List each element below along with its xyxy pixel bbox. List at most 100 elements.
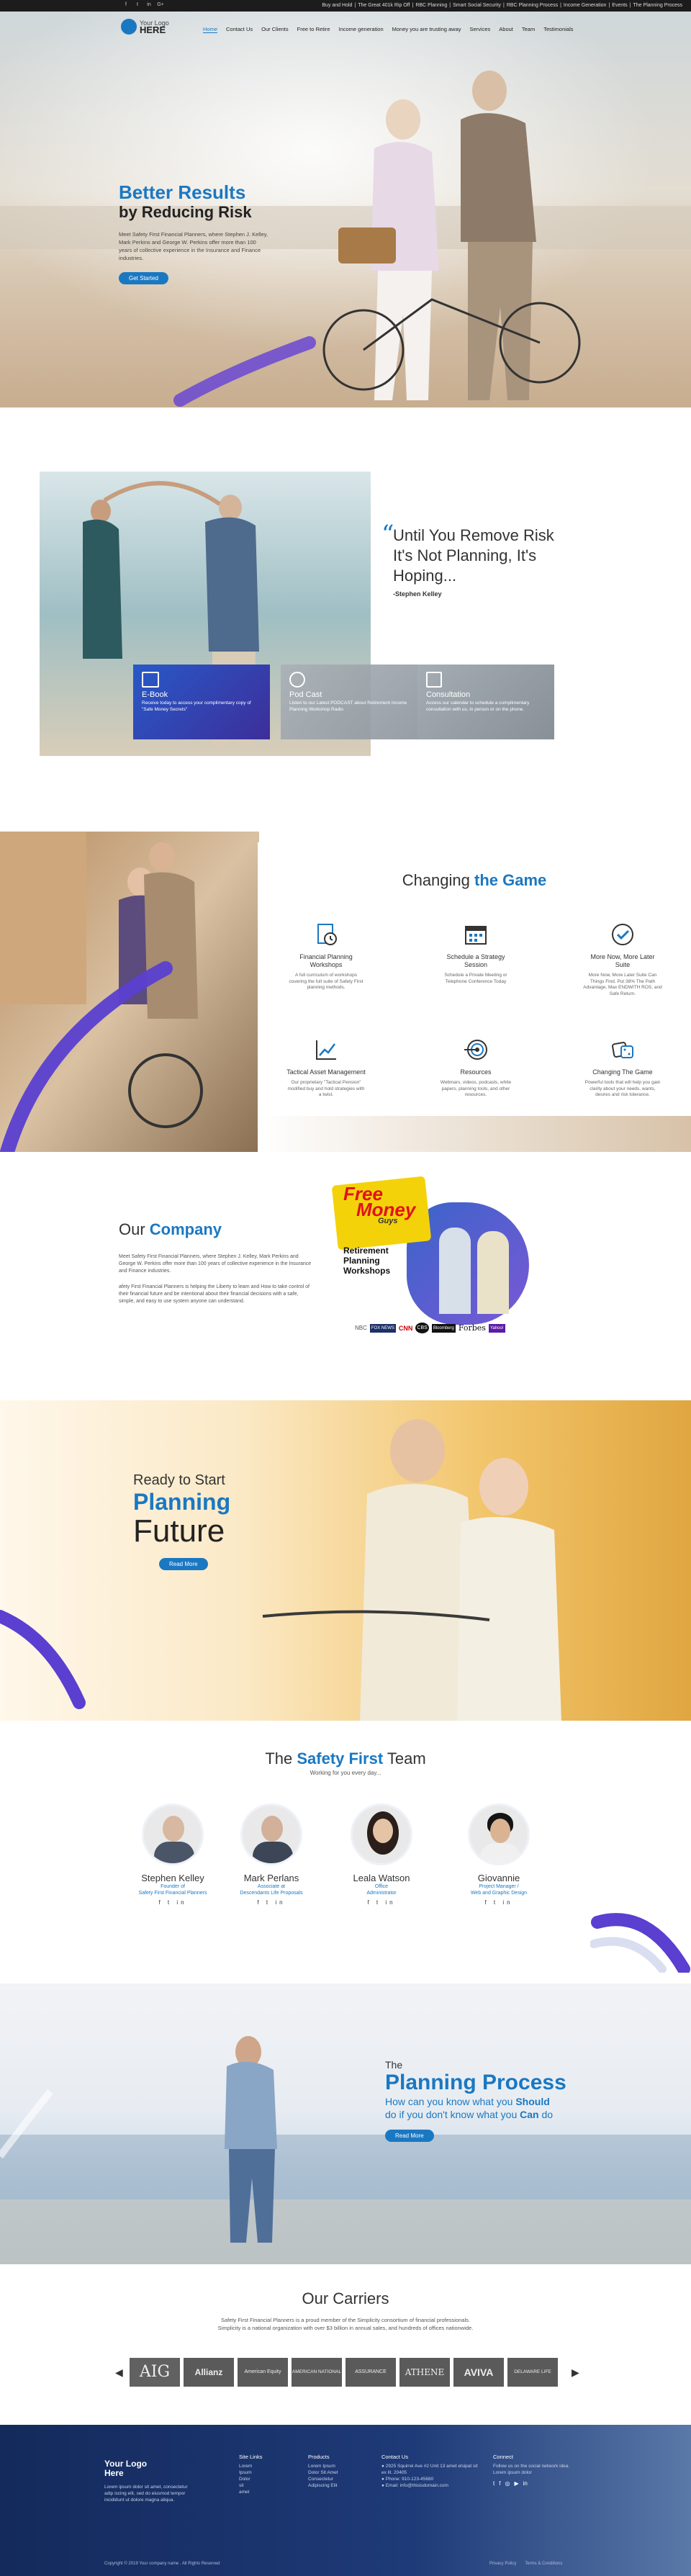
nav-about[interactable]: About: [499, 26, 513, 33]
planning-section: The Planning Process How can you know wh…: [0, 1983, 691, 2264]
site-logo[interactable]: Your Logo HERE: [121, 19, 169, 35]
top-link[interactable]: The Planning Process: [633, 3, 682, 8]
top-link[interactable]: RBC Planning: [415, 3, 447, 8]
member-social-icons[interactable]: f t in: [328, 1899, 435, 1906]
get-started-button[interactable]: Get Started: [119, 272, 168, 284]
nav-clients[interactable]: Our Clients: [261, 26, 289, 33]
top-link[interactable]: RBC Planning Process: [507, 3, 558, 8]
media-logo: Yahoo!: [488, 1323, 505, 1333]
footer-about: Lorem ipsum dolor sit amet, consectetur …: [104, 2485, 188, 2503]
footer-product[interactable]: Dolor Sit Amet: [308, 2469, 373, 2476]
bike-couple-photo: [0, 832, 259, 1152]
nav-free-to-retire[interactable]: Free to Retire: [297, 26, 330, 33]
footer-email: ● Email: info@thisisdomain.com: [381, 2482, 482, 2489]
feature-title: Tactical Asset Management: [286, 1068, 366, 1076]
instagram-icon[interactable]: ◎: [505, 2480, 510, 2487]
nav-contact[interactable]: Contact Us: [226, 26, 253, 33]
nav-money[interactable]: Money you are trusting away: [392, 26, 461, 33]
carriers-section: Our Carriers Safety First Financial Plan…: [0, 2275, 691, 2419]
consultation-card[interactable]: Consultation Access our calendar to sche…: [417, 665, 554, 739]
member-social-icons[interactable]: f t in: [217, 1899, 325, 1906]
planning-the: The: [385, 2059, 403, 2071]
ebook-card[interactable]: E-Book Receive today to access your comp…: [133, 665, 270, 739]
carousel-prev-icon[interactable]: ◀: [115, 2366, 123, 2379]
linkedin-icon[interactable]: in: [145, 2, 153, 9]
footer-product[interactable]: Adipiscing Elit: [308, 2482, 373, 2489]
facebook-icon[interactable]: f: [499, 2480, 500, 2487]
team-member[interactable]: Leala Watson Office Administrator f t in: [328, 1803, 435, 1906]
top-link[interactable]: Income Generation: [564, 3, 607, 8]
top-link[interactable]: Buy and Hold: [322, 3, 352, 8]
podcast-card[interactable]: Pod Cast Listen to our Latest PODCAST ab…: [281, 665, 417, 739]
footer-product[interactable]: Lorem Ipsum: [308, 2463, 373, 2469]
nav-services[interactable]: Services: [470, 26, 491, 33]
privacy-policy-link[interactable]: Privacy Policy: [489, 2562, 516, 2566]
clock-document-icon: [317, 924, 337, 945]
twitter-icon[interactable]: t: [134, 2, 141, 9]
carousel-next-icon[interactable]: ▶: [572, 2366, 579, 2379]
top-link[interactable]: Smart Social Security: [453, 3, 501, 8]
facebook-icon[interactable]: f: [122, 2, 130, 9]
planning-q2-c: do: [538, 2109, 554, 2120]
youtube-icon[interactable]: ▶: [514, 2480, 518, 2487]
top-bar: f t in G+ Buy and Hold | The Great 401k R…: [0, 0, 691, 12]
ready-line1: Ready to Start: [133, 1472, 225, 1488]
free-money-guys-promo[interactable]: Free Money Guys Retirement Planning Worksh…: [331, 1176, 529, 1343]
features-panel: Changing the Game Financial Planning Wor…: [258, 842, 691, 1145]
hero-subtitle: by Reducing Risk: [119, 203, 252, 221]
feature-title: More Now, More Later Suite: [590, 953, 655, 968]
member-social-icons[interactable]: f t in: [119, 1899, 227, 1906]
media-logos: NBC FOX NEWS CNN CBS Bloomberg Forbes Ya…: [355, 1323, 505, 1333]
feature-resources[interactable]: Resources Webinars, videos, podcasts, wh…: [436, 1037, 515, 1099]
footer-phone-text[interactable]: Phone: 910-123-45680: [386, 2477, 434, 2482]
top-link[interactable]: The Great 401k Rip Off: [358, 3, 410, 8]
nav-team[interactable]: Team: [522, 26, 535, 33]
footer-link[interactable]: Lorem: [239, 2463, 297, 2469]
nav-testimonials[interactable]: Testimonials: [543, 26, 573, 33]
google-plus-icon[interactable]: G+: [157, 2, 164, 9]
member-photo: [351, 1803, 412, 1865]
team-title: The Safety First Team: [0, 1749, 691, 1768]
planning-q1-b: Should: [515, 2096, 550, 2107]
team-member[interactable]: Giovannie Project Manager / Web and Grap…: [445, 1803, 553, 1906]
member-company: Web and Graphic Design: [470, 1891, 528, 1896]
nav-income[interactable]: Income generation: [339, 26, 384, 33]
footer: Your Logo Here Lorem ipsum dolor sit ame…: [0, 2425, 691, 2576]
feature-workshops[interactable]: Financial Planning Workshops A full curr…: [286, 922, 366, 991]
carrier-logo-athene: ATHENE: [399, 2358, 450, 2387]
ready-read-more-button[interactable]: Read More: [159, 1558, 208, 1570]
linkedin-icon[interactable]: in: [523, 2480, 528, 2487]
footer-email-text[interactable]: Email: info@thisisdomain.com: [386, 2483, 448, 2488]
ready-line3: Future: [133, 1513, 225, 1549]
nav-home[interactable]: Home: [203, 26, 218, 33]
top-link[interactable]: Events: [612, 3, 627, 8]
footer-links-col: Site Links Lorem Ipsum Dolor sit amet: [239, 2454, 297, 2495]
media-logo: Bloomberg: [431, 1323, 456, 1333]
feature-more-now[interactable]: More Now, More Later Suite More Now, Mor…: [583, 922, 662, 997]
footer-logo-line2[interactable]: Here: [104, 2469, 191, 2478]
planning-question-1: How can you know what you Should: [385, 2095, 623, 2108]
team-member[interactable]: Stephen Kelley Founder of Safety First F…: [119, 1803, 227, 1906]
promo-person-2: [477, 1231, 509, 1314]
promo-subtitle: Retirement Planning Workshops: [343, 1246, 391, 1276]
carrier-logo-allianz: Allianz: [184, 2358, 234, 2387]
footer-link[interactable]: sit: [239, 2482, 297, 2489]
footer-link[interactable]: amet: [239, 2489, 297, 2495]
footer-products-title: Products: [308, 2454, 330, 2460]
team-member[interactable]: Mark Perlans Associate at Descendants Li…: [217, 1803, 325, 1906]
footer-product[interactable]: Consectetur: [308, 2476, 373, 2482]
feature-strategy-session[interactable]: Schedule a Strategy Session Schedule a P…: [436, 922, 515, 985]
planning-read-more-button[interactable]: Read More: [385, 2130, 434, 2142]
media-logo: FOX NEWS: [369, 1323, 396, 1333]
card-title: Consultation: [426, 690, 471, 699]
footer-link[interactable]: Ipsum: [239, 2469, 297, 2476]
game-title-plain: Changing: [402, 871, 475, 889]
member-social-icons[interactable]: f t in: [445, 1899, 553, 1906]
feature-changing-game[interactable]: Changing The Game Powerful tools that wi…: [583, 1037, 662, 1099]
footer-link[interactable]: Dolor: [239, 2476, 297, 2482]
terms-link[interactable]: Terms & Conditions: [525, 2562, 562, 2566]
carrier-logo-aviva: AVIVA: [453, 2358, 504, 2387]
feature-tactical[interactable]: Tactical Asset Management Our proprietar…: [286, 1037, 366, 1099]
hero-body: Meet Safety First Financial Planners, wh…: [119, 231, 268, 261]
twitter-icon[interactable]: t: [493, 2480, 494, 2487]
